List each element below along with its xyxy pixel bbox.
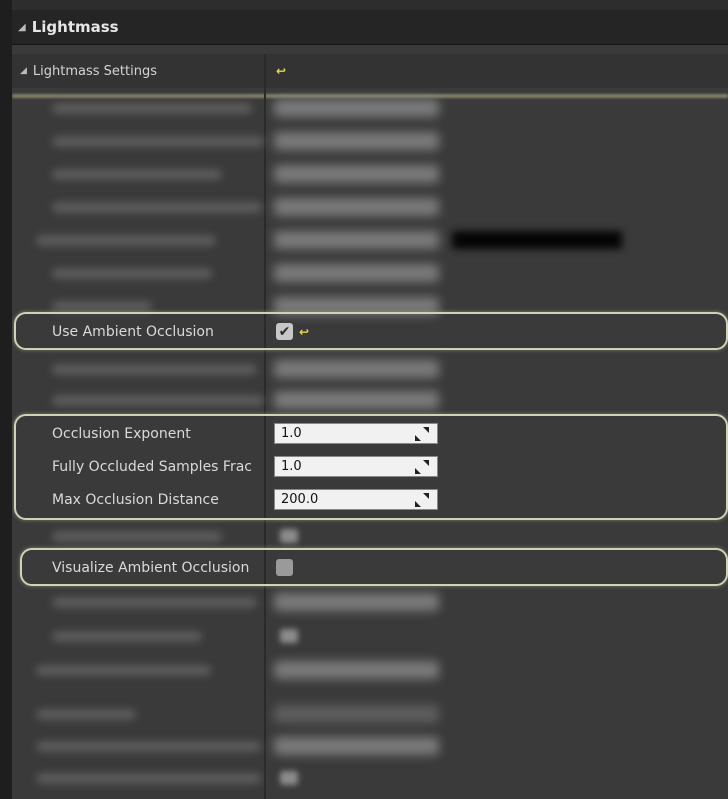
blurred-row: [12, 257, 728, 289]
reset-to-default-icon[interactable]: ↩: [297, 325, 311, 339]
category-header-lightmass[interactable]: ◢ Lightmass: [12, 10, 728, 45]
field-value: 200.0: [281, 492, 319, 507]
field-value: 1.0: [281, 459, 302, 474]
property-label: Use Ambient Occlusion: [52, 324, 214, 340]
blurred-row: [12, 586, 728, 618]
blurred-row: [12, 158, 728, 190]
blurred-row: [12, 125, 728, 157]
blurred-row: [12, 384, 728, 416]
blurred-row: [12, 620, 728, 652]
occlusion-exponent-input[interactable]: 1.0: [274, 423, 438, 444]
property-row-visualize-ambient-occlusion: Visualize Ambient Occlusion: [12, 552, 728, 584]
collapse-arrow-icon[interactable]: ◢: [20, 66, 27, 76]
fully-occluded-samples-fraction-input[interactable]: 1.0: [274, 456, 438, 477]
blurred-row: [12, 191, 728, 223]
left-edge: [0, 0, 12, 799]
category-title: Lightmass: [31, 18, 119, 36]
property-label: Fully Occluded Samples Frac: [52, 459, 252, 475]
blurred-row: [12, 654, 728, 686]
resize-arrows-icon[interactable]: [415, 459, 429, 474]
visualize-ambient-occlusion-checkbox[interactable]: [276, 559, 293, 576]
reset-to-default-icon[interactable]: ↩: [274, 64, 288, 78]
field-value: 1.0: [281, 426, 302, 441]
property-label: Occlusion Exponent: [52, 426, 191, 442]
check-icon: ✔: [278, 323, 291, 340]
collapse-arrow-icon[interactable]: ◢: [18, 22, 26, 33]
blurred-row: [12, 353, 728, 385]
max-occlusion-distance-input[interactable]: 200.0: [274, 489, 438, 510]
property-label: Max Occlusion Distance: [52, 492, 219, 508]
section-header-lightmass-settings[interactable]: ◢ Lightmass Settings ↩: [12, 54, 728, 88]
resize-arrows-icon[interactable]: [415, 492, 429, 507]
blurred-row: [12, 730, 728, 762]
use-ambient-occlusion-checkbox[interactable]: ✔: [276, 323, 293, 340]
details-panel: ◢ Lightmass ◢ Lightmass Settings ↩ Use A…: [12, 10, 728, 799]
property-row-occlusion-exponent: Occlusion Exponent 1.0: [12, 418, 728, 450]
property-label: Visualize Ambient Occlusion: [52, 560, 250, 576]
blurred-row: [12, 698, 728, 730]
property-row-max-occlusion-distance: Max Occlusion Distance 200.0: [12, 484, 728, 516]
blurred-row: [12, 224, 728, 256]
blurred-row: [12, 92, 728, 124]
resize-arrows-icon[interactable]: [415, 426, 429, 441]
blurred-row: [12, 762, 728, 794]
property-row-fully-occluded-samples-fraction: Fully Occluded Samples Frac 1.0: [12, 451, 728, 483]
section-title: Lightmass Settings: [32, 63, 157, 79]
property-row-use-ambient-occlusion: Use Ambient Occlusion ✔ ↩: [12, 316, 728, 348]
